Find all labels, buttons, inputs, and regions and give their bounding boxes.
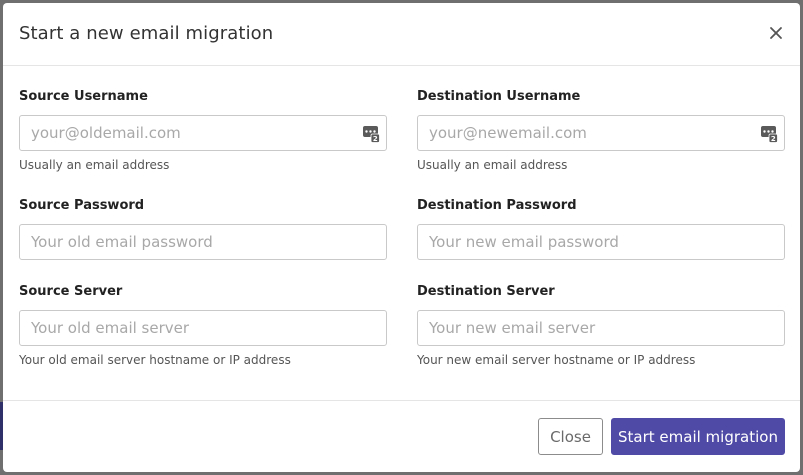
destination-server-box (417, 310, 785, 346)
source-password-group: Source Password (19, 197, 387, 260)
source-password-input[interactable] (20, 225, 351, 259)
start-migration-button[interactable]: Start email migration (611, 418, 785, 455)
destination-server-label: Destination Server (417, 284, 555, 299)
destination-username-box: 2 (417, 115, 785, 151)
dialog-footer: Close Start email migration (3, 400, 800, 472)
password-manager-icon[interactable]: 2 (760, 125, 778, 143)
destination-username-help: Usually an email address (417, 158, 568, 172)
source-server-group: Source Server Your old email server host… (19, 283, 387, 368)
password-manager-icon[interactable]: 2 (362, 125, 380, 143)
destination-server-help: Your new email server hostname or IP add… (417, 353, 696, 367)
source-username-box: 2 (19, 115, 387, 151)
dialog-title: Start a new email migration (19, 23, 274, 44)
source-username-help: Usually an email address (19, 158, 170, 172)
destination-server-input[interactable] (418, 311, 749, 345)
destination-password-label: Destination Password (417, 198, 577, 213)
destination-password-group: Destination Password (417, 197, 785, 260)
source-password-label: Source Password (19, 198, 145, 213)
svg-text:2: 2 (373, 135, 378, 143)
migration-dialog: Start a new email migration Source Usern… (3, 3, 800, 472)
destination-server-group: Destination Server Your new email server… (417, 283, 785, 368)
close-button[interactable]: Close (538, 418, 603, 455)
destination-password-box (417, 224, 785, 260)
source-username-label: Source Username (19, 89, 148, 104)
destination-username-label: Destination Username (417, 89, 581, 104)
close-icon[interactable] (768, 25, 784, 41)
destination-password-input[interactable] (418, 225, 749, 259)
source-password-box (19, 224, 387, 260)
source-username-input[interactable] (20, 116, 351, 150)
dialog-header: Start a new email migration (3, 3, 800, 66)
source-server-help: Your old email server hostname or IP add… (19, 353, 291, 367)
source-server-input[interactable] (20, 311, 351, 345)
source-server-label: Source Server (19, 284, 123, 299)
destination-username-input[interactable] (418, 116, 749, 150)
dialog-body: Source Username 2 Usually an email addre… (3, 66, 800, 400)
source-server-box (19, 310, 387, 346)
svg-text:2: 2 (771, 135, 776, 143)
destination-username-group: Destination Username 2 Usually an email … (417, 88, 785, 173)
source-username-group: Source Username 2 Usually an email addre… (19, 88, 387, 173)
